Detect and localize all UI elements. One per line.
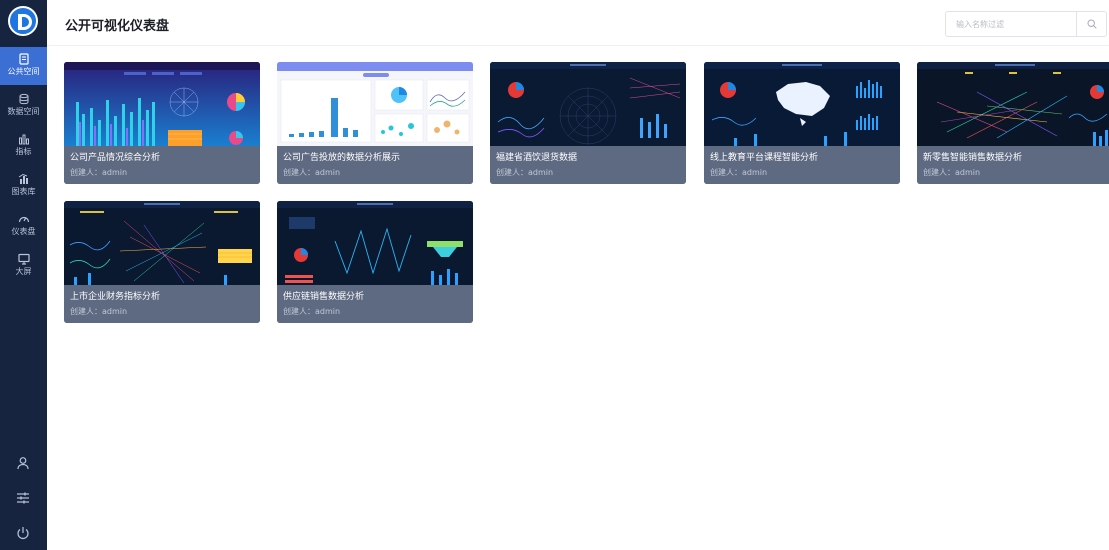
card-info: 线上教育平台课程智能分析 创建人：admin — [704, 146, 900, 184]
card-info: 上市企业财务指标分析 创建人：admin — [64, 285, 260, 323]
document-icon — [0, 47, 47, 67]
dashboard-card[interactable]: 线上教育平台课程智能分析 创建人：admin — [704, 62, 900, 184]
user-icon[interactable] — [16, 455, 32, 471]
sidebar-item-data-space[interactable]: 数据空间 — [0, 87, 47, 125]
dashboard-thumbnail — [917, 62, 1109, 146]
search-button[interactable] — [1076, 12, 1106, 36]
card-title: 福建省酒饮退货数据 — [496, 153, 578, 163]
sidebar: 公共空间 数据空间 指标 图表库 仪表盘 大屏 — [0, 0, 47, 550]
sidebar-item-label: 大屏 — [15, 267, 32, 276]
card-title: 供应链销售数据分析 — [283, 292, 365, 302]
search-input[interactable] — [946, 12, 1076, 36]
sidebar-item-label: 公共空间 — [7, 67, 40, 76]
sidebar-item-chart-library[interactable]: 图表库 — [0, 167, 47, 205]
dashboard-thumbnail — [704, 62, 900, 146]
dashboard-card[interactable]: 上市企业财务指标分析 创建人：admin — [64, 201, 260, 323]
sidebar-item-label: 图表库 — [11, 187, 36, 196]
dashboard-thumbnail — [277, 201, 473, 285]
dashboard-card[interactable]: 公司产品情况综合分析 创建人：admin — [64, 62, 260, 184]
dashboard-card[interactable]: 新零售智能销售数据分析 创建人：admin — [917, 62, 1109, 184]
dashboard-thumbnail — [64, 62, 260, 146]
database-icon — [0, 87, 47, 107]
search-box — [945, 11, 1107, 37]
card-title: 线上教育平台课程智能分析 — [710, 153, 819, 163]
power-icon[interactable] — [16, 525, 32, 541]
sidebar-item-label: 仪表盘 — [11, 227, 36, 236]
search-icon — [1087, 19, 1097, 29]
card-info: 福建省酒饮退货数据 创建人：admin — [490, 146, 686, 184]
dashboard-card[interactable]: 供应链销售数据分析 创建人：admin — [277, 201, 473, 323]
sidebar-item-dashboard[interactable]: 仪表盘 — [0, 207, 47, 245]
card-info: 公司产品情况综合分析 创建人：admin — [64, 146, 260, 184]
dashboard-thumbnail — [277, 62, 473, 146]
sidebar-item-big-screen[interactable]: 大屏 — [0, 247, 47, 285]
card-creator: 创建人：admin — [70, 307, 128, 316]
card-creator: 创建人：admin — [70, 168, 128, 177]
page-header: 公开可视化仪表盘 — [47, 0, 1109, 46]
card-creator: 创建人：admin — [710, 168, 768, 177]
dashboard-card[interactable]: 福建省酒饮退货数据 创建人：admin — [490, 62, 686, 184]
sidebar-item-public-space[interactable]: 公共空间 — [0, 47, 47, 85]
sidebar-item-label: 数据空间 — [7, 107, 40, 116]
card-creator: 创建人：admin — [283, 168, 341, 177]
card-info: 新零售智能销售数据分析 创建人：admin — [917, 146, 1109, 184]
card-creator: 创建人：admin — [923, 168, 981, 177]
dashboard-thumbnail — [490, 62, 686, 146]
card-title: 新零售智能销售数据分析 — [923, 153, 1023, 163]
card-creator: 创建人：admin — [496, 168, 554, 177]
card-creator: 创建人：admin — [283, 307, 341, 316]
dashboard-card[interactable]: 公司广告投放的数据分析展示 创建人：admin — [277, 62, 473, 184]
dashboard-gauge-icon — [0, 207, 47, 227]
app-logo[interactable] — [8, 6, 38, 36]
card-info: 公司广告投放的数据分析展示 创建人：admin — [277, 146, 473, 184]
chart-library-icon — [0, 167, 47, 187]
app-root: 公共空间 数据空间 指标 图表库 仪表盘 大屏 公开可视化仪表盘 输入名称过滤 … — [0, 0, 1109, 550]
monitor-icon — [0, 247, 47, 267]
page-title: 公开可视化仪表盘 — [65, 19, 170, 34]
card-title: 公司产品情况综合分析 — [70, 153, 161, 163]
card-title: 上市企业财务指标分析 — [70, 292, 161, 302]
settings-sliders-icon[interactable] — [16, 490, 32, 506]
sidebar-item-metrics[interactable]: 指标 — [0, 127, 47, 165]
card-title: 公司广告投放的数据分析展示 — [283, 153, 401, 163]
dashboard-thumbnail — [64, 201, 260, 285]
metrics-icon — [0, 127, 47, 147]
card-info: 供应链销售数据分析 创建人：admin — [277, 285, 473, 323]
sidebar-item-label: 指标 — [15, 147, 32, 156]
